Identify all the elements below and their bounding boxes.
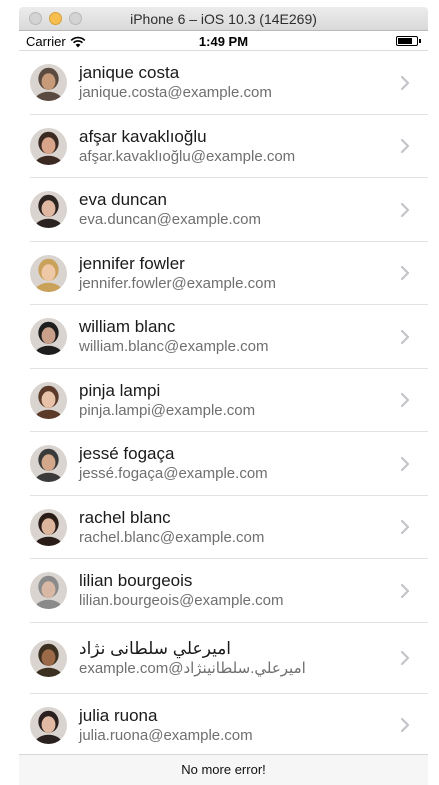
avatar: [30, 191, 67, 229]
user-name: jennifer fowler: [79, 253, 185, 273]
simulator-title-bar: iPhone 6 – iOS 10.3 (14E269): [19, 7, 428, 31]
list-item[interactable]: اميرعلي سلطانی نژاد example.com@اميرعلي.س…: [19, 623, 428, 694]
chevron-right-icon: [400, 583, 410, 598]
user-name: eva duncan: [79, 190, 167, 210]
user-name: janique costa: [79, 63, 180, 83]
chevron-right-icon: [400, 650, 410, 666]
list-item[interactable]: janique costa janique.costa@example.com: [19, 51, 428, 115]
list-item[interactable]: pinja lampi pinja.lampi@example.com: [19, 369, 428, 433]
chevron-right-icon: [400, 718, 410, 733]
avatar: [30, 254, 67, 292]
avatar: [30, 706, 67, 744]
list-item[interactable]: lilian bourgeois lilian.bourgeois@example…: [19, 559, 428, 623]
list-item[interactable]: rachel blanc rachel.blanc@example.com: [19, 496, 428, 560]
avatar: [30, 318, 67, 356]
battery-level: [398, 38, 412, 44]
user-email: janique.costa@example.com: [79, 84, 272, 102]
chevron-right-icon: [400, 456, 410, 471]
avatar: [30, 64, 67, 102]
chevron-right-icon: [400, 75, 410, 90]
user-name: اميرعلي سلطانی نژاد: [79, 638, 232, 658]
zoom-window-button[interactable]: [69, 12, 82, 25]
status-bar: Carrier 1:49 PM: [19, 31, 428, 51]
minimize-window-button[interactable]: [49, 12, 62, 25]
user-name: jessé fogaça: [79, 444, 175, 464]
footer-banner: No more error!: [19, 754, 428, 785]
list-item[interactable]: jessé fogaça jessé.fogaça@example.com: [19, 432, 428, 496]
user-name: lilian bourgeois: [79, 571, 193, 591]
user-name: afşar kavaklıoğlu: [79, 126, 207, 146]
user-name: julia ruona: [79, 705, 158, 725]
chevron-right-icon: [400, 266, 410, 281]
chevron-right-icon: [400, 520, 410, 535]
avatar: [30, 639, 67, 677]
footer-message: No more error!: [181, 762, 266, 777]
user-list: janique costa janique.costa@example.com af…: [19, 51, 428, 757]
user-email: jennifer.fowler@example.com: [79, 274, 276, 292]
chevron-right-icon: [400, 393, 410, 408]
battery-icon: [396, 36, 421, 46]
avatar: [30, 508, 67, 546]
close-window-button[interactable]: [29, 12, 42, 25]
user-email: example.com@اميرعلي.سلطانینژاد: [79, 659, 306, 677]
user-email: rachel.blanc@example.com: [79, 528, 265, 546]
user-email: pinja.lampi@example.com: [79, 401, 256, 419]
list-item[interactable]: julia ruona julia.ruona@example.com: [19, 694, 428, 758]
user-email: afşar.kavaklıoğlu@example.com: [79, 147, 296, 165]
chevron-right-icon: [400, 329, 410, 344]
avatar: [30, 445, 67, 483]
avatar: [30, 381, 67, 419]
user-name: pinja lampi: [79, 380, 161, 400]
list-item[interactable]: afşar kavaklıoğlu afşar.kavaklıoğlu@examp…: [19, 115, 428, 179]
chevron-right-icon: [400, 202, 410, 217]
avatar: [30, 127, 67, 165]
user-email: william.blanc@example.com: [79, 338, 269, 356]
user-name: william blanc: [79, 317, 176, 337]
avatar: [30, 572, 67, 610]
list-item[interactable]: eva duncan eva.duncan@example.com: [19, 178, 428, 242]
user-email: jessé.fogaça@example.com: [79, 465, 268, 483]
chevron-right-icon: [400, 139, 410, 154]
list-item[interactable]: jennifer fowler jennifer.fowler@example.c…: [19, 242, 428, 306]
device-screen: Carrier 1:49 PM janique costa janique.cos…: [19, 31, 428, 785]
user-email: eva.duncan@example.com: [79, 211, 261, 229]
user-email: lilian.bourgeois@example.com: [79, 592, 284, 610]
user-email: julia.ruona@example.com: [79, 726, 253, 744]
status-time: 1:49 PM: [198, 34, 249, 49]
list-item[interactable]: william blanc william.blanc@example.com: [19, 305, 428, 369]
user-name: rachel blanc: [79, 507, 171, 527]
